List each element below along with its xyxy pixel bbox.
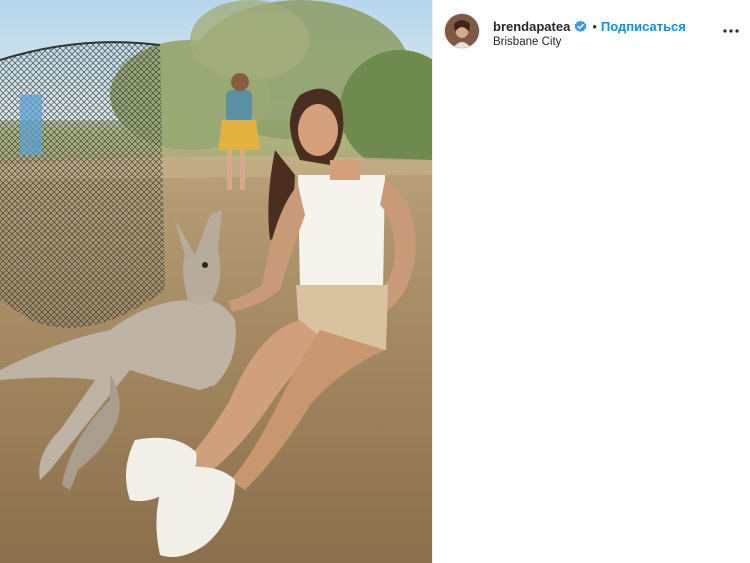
location-link[interactable]: Brisbane City — [493, 36, 561, 48]
post-side-panel: brendapatea • Подписаться Brisbane City — [433, 0, 750, 563]
follow-button[interactable]: Подписаться — [601, 19, 686, 34]
post-header: brendapatea • Подписаться Brisbane City — [433, 0, 750, 62]
photo-illustration — [0, 0, 432, 563]
user-line: brendapatea • Подписаться — [493, 17, 686, 35]
avatar[interactable] — [445, 14, 479, 48]
separator-dot: • — [592, 18, 597, 34]
username-link[interactable]: brendapatea — [493, 19, 570, 34]
verified-badge-icon — [574, 20, 587, 33]
avatar-image — [445, 14, 479, 48]
instagram-post: brendapatea • Подписаться Brisbane City — [0, 0, 750, 563]
post-photo[interactable] — [0, 0, 432, 563]
more-options-icon[interactable] — [720, 20, 742, 42]
